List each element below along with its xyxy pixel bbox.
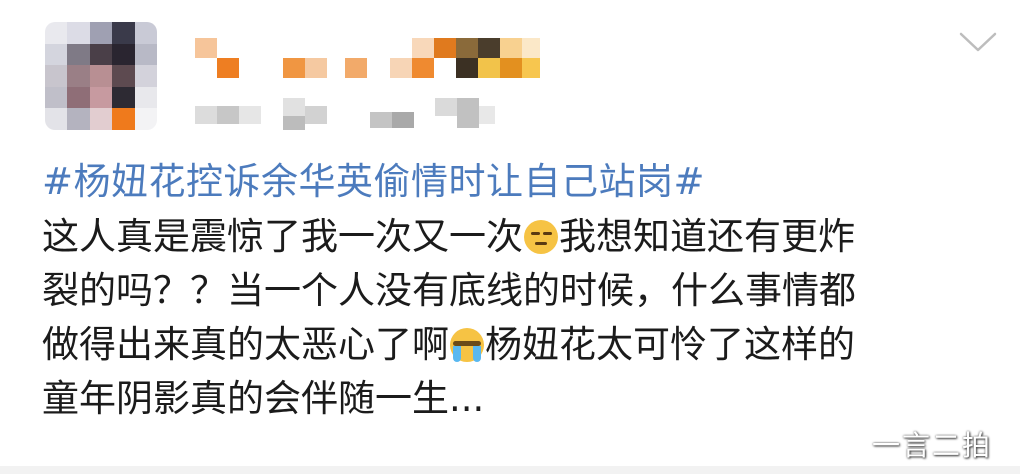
post-body: 这人真是震惊了我一次又一次 我想知道还有更炸 裂的吗？？当一个人没有底线的时候，什… [42,210,987,426]
post-line-3: 做得出来真的太恶心了啊 杨妞花太可怜了这样的 [42,318,987,372]
smirk-face-icon [524,220,558,254]
post-text: 杨妞花太可怜了这样的 [485,323,855,366]
weibo-post-card: #杨妞花控诉余华英偷情时让自己站岗# 这人真是震惊了我一次又一次 我想知道还有更炸… [0,0,1020,474]
avatar[interactable] [45,22,157,130]
topic-hashtag-link[interactable]: #杨妞花控诉余华英偷情时让自己站岗# [42,158,705,206]
post-line-4: 童年阴影真的会伴随一生... [42,377,485,420]
username-blurred[interactable] [195,38,540,78]
post-text: 这人真是震惊了我一次又一次 [42,215,523,258]
chevron-down-icon[interactable] [958,30,998,54]
post-text: 我想知道还有更炸 [559,215,855,258]
post-line-1: 这人真是震惊了我一次又一次 我想知道还有更炸 [42,210,987,264]
crying-face-icon [450,328,484,362]
divider [0,466,1020,474]
watermark: 一言二拍 [872,429,993,462]
post-line-2: 裂的吗？？当一个人没有底线的时候，什么事情都 [42,269,856,312]
post-text: 做得出来真的太恶心了啊 [42,323,449,366]
post-meta-blurred [195,98,495,132]
